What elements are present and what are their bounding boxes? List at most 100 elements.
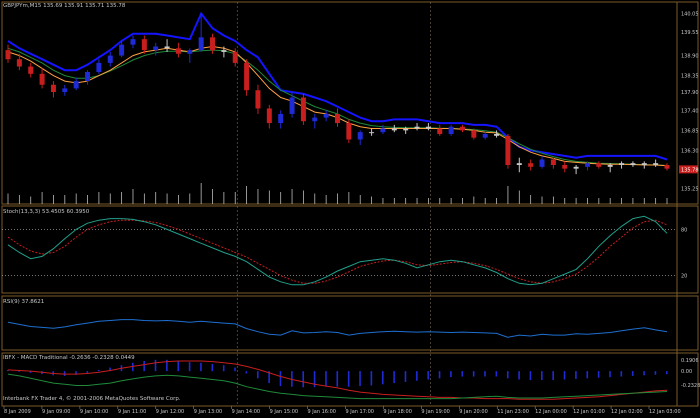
macd-histogram-bar [666, 371, 668, 375]
macd-histogram-bar [450, 371, 452, 378]
candle-body [596, 163, 602, 167]
candle-body [619, 163, 625, 165]
candle-body [153, 46, 159, 51]
candle-body [187, 50, 193, 54]
candle-body [96, 62, 102, 72]
macd-histogram-bar [575, 371, 577, 379]
macd-histogram-bar [609, 371, 611, 378]
chart-canvas[interactable]: 140.05 139.55 138.90 138.35 137.90 137.40 136.… [0, 0, 700, 415]
candle-body [5, 50, 11, 60]
macd-histogram-bar [63, 371, 66, 376]
macd-histogram-bar [222, 365, 225, 372]
candle-body [312, 117, 318, 122]
time-axis-tick-label: 9 Jan 09:00 [42, 409, 70, 414]
time-axis-tick-label: 9 Jan 12:00 [156, 409, 184, 414]
macd-histogram-bar [416, 371, 418, 381]
macd-pane-title: IBFX - MACD Traditional -0.2636 -0.2328 … [3, 355, 135, 361]
candle-body [255, 90, 261, 109]
macd-histogram-bar [529, 371, 532, 381]
stoch-pane-title: Stoch(13,3,3) 53.4505 60.3950 [3, 209, 90, 215]
macd-histogram-bar [563, 371, 566, 380]
candle-body [630, 163, 636, 165]
macd-histogram-bar [552, 371, 554, 381]
time-axis-tick-label: 9 Jan 20:00 [459, 409, 487, 414]
candle-body [232, 51, 238, 63]
price-axis-tick-label: 135.25 [681, 187, 699, 193]
candle-body [16, 59, 22, 67]
candle-body [664, 165, 670, 169]
candle-body [62, 88, 68, 93]
macd-histogram-bar [97, 369, 100, 372]
candle-body [494, 134, 500, 136]
candle-body [164, 46, 170, 49]
candle-body [448, 126, 454, 134]
ohlc-values: 135.69 135.91 135.71 135.78 [43, 3, 126, 9]
symbol-timeframe-label: GBPJPYm,M15 [3, 3, 42, 9]
candle-body [357, 132, 363, 140]
macd-histogram-bar [211, 363, 214, 372]
candle-body [289, 97, 295, 114]
macd-histogram-bar [143, 360, 145, 372]
candle-body [266, 108, 272, 124]
macd-histogram-bar [631, 371, 634, 376]
candle-body [641, 163, 647, 165]
macd-histogram-bar [200, 362, 202, 372]
time-axis-tick-label: 11 Jan 23:00 [497, 409, 529, 414]
macd-histogram-bar [279, 371, 282, 387]
candle-body [221, 50, 227, 52]
macd-histogram-bar [461, 371, 464, 377]
macd-histogram-bar [495, 371, 498, 377]
macd-histogram-bar [404, 371, 407, 382]
candle-body [130, 39, 136, 45]
candle-body [28, 66, 34, 74]
candle-body [528, 163, 534, 167]
macd-histogram-bar [381, 371, 384, 385]
macd-histogram-bar [597, 371, 600, 378]
candle-body [516, 163, 522, 165]
time-axis-tick-label: 12 Jan 03:00 [649, 409, 681, 414]
macd-axis-tick-label: -0.2328 [681, 383, 700, 389]
candle-body [175, 48, 181, 54]
candle-body [584, 163, 590, 167]
candle-body [403, 128, 409, 131]
macd-histogram-bar [518, 371, 520, 380]
copyright-credit: Interbank FX Trader 4, © 2001-2006 MetaQ… [3, 396, 181, 402]
macd-histogram-bar [359, 371, 361, 387]
macd-histogram-bar [245, 371, 248, 374]
macd-histogram-bar [586, 371, 589, 379]
macd-histogram-bar [154, 359, 157, 372]
candle-body [335, 113, 340, 124]
time-axis-tick-label: 9 Jan 19:00 [421, 409, 449, 414]
time-axis-tick-label: 9 Jan 17:00 [345, 409, 373, 414]
candle-body [550, 159, 556, 165]
time-axis-tick-label: 12 Jan 02:00 [611, 409, 643, 414]
candle-body [244, 62, 250, 91]
price-axis-tick-label: 136.85 [681, 128, 699, 134]
candle-body [50, 84, 56, 93]
time-axis-tick-label: 8 Jan 2009 [4, 409, 31, 414]
macd-histogram-bar [177, 360, 180, 372]
macd-histogram-bar [302, 371, 305, 388]
candle-body [210, 37, 216, 51]
candle-body [414, 126, 420, 129]
candle-body [278, 113, 284, 124]
macd-histogram-bar [234, 367, 236, 372]
time-axis-tick-label: 9 Jan 16:00 [308, 409, 336, 414]
macd-histogram-bar [438, 371, 441, 379]
macd-histogram-bar [643, 371, 645, 376]
candle-body [437, 128, 443, 134]
stoch-axis-tick-label: 80 [681, 227, 687, 233]
time-axis-tick-label: 9 Jan 15:00 [270, 409, 298, 414]
trading-terminal-chart-window: 140.05 139.55 138.90 138.35 137.90 137.40 136.… [0, 0, 700, 415]
macd-histogram-bar [336, 371, 339, 387]
price-axis-tick-label: 138.90 [681, 54, 699, 60]
candle-body [391, 128, 397, 131]
candle-body [198, 37, 204, 51]
price-axis-tick-label: 138.35 [681, 74, 699, 80]
rsi-pane-title: RSI(9) 37.8621 [3, 299, 45, 305]
candle-body [141, 39, 147, 51]
macd-histogram-bar [256, 371, 259, 379]
candle-body [471, 130, 477, 138]
candle-body [39, 73, 45, 85]
macd-histogram-bar [86, 371, 89, 373]
